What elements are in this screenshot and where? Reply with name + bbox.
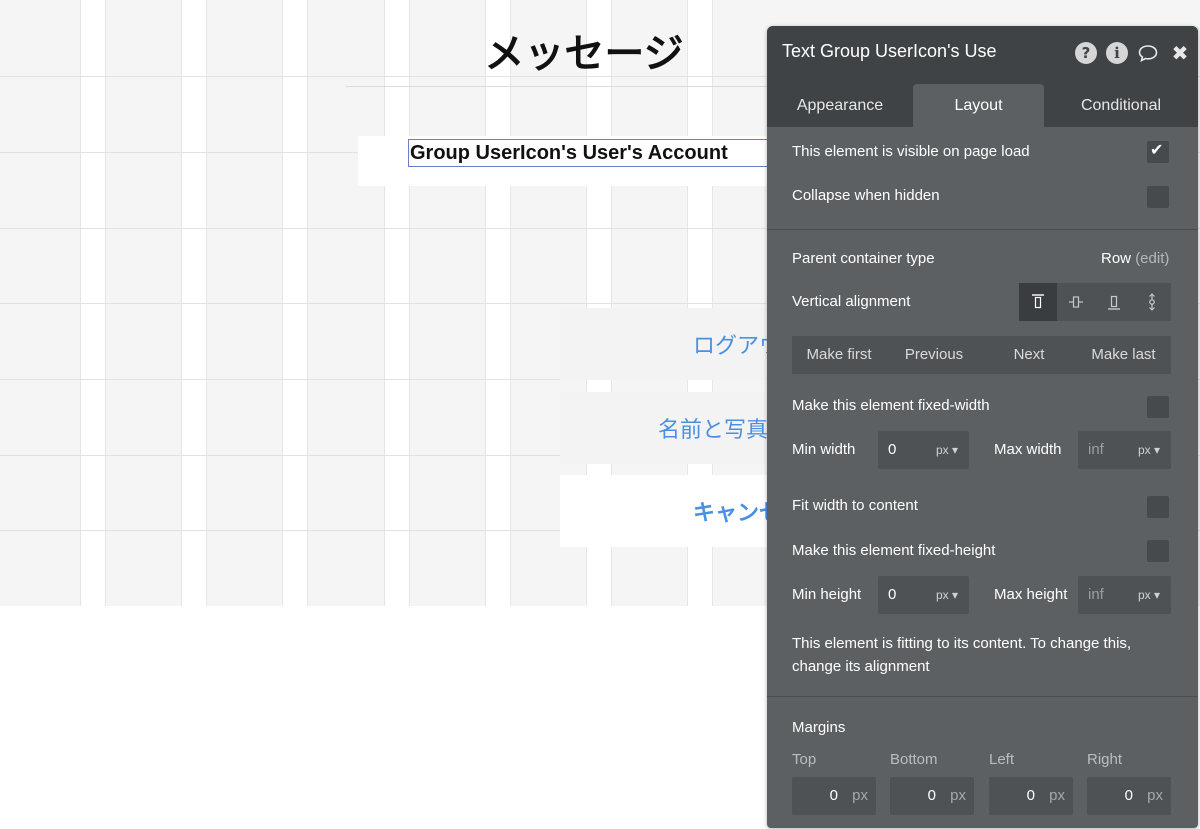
next-button[interactable]: Next (982, 336, 1076, 374)
max-height-placeholder: inf (1088, 586, 1104, 603)
margin-top-label: Top (792, 751, 817, 768)
max-width-label: Max width (994, 441, 1062, 458)
margin-left-unit: px (1049, 787, 1065, 804)
info-icon[interactable]: i (1106, 42, 1128, 64)
visible-on-load-checkbox[interactable]: ✔ (1147, 140, 1169, 163)
fit-width-label: Fit width to content (792, 497, 918, 514)
help-icon[interactable]: ? (1075, 42, 1097, 64)
max-width-placeholder: inf (1088, 441, 1104, 458)
parent-container-value: Row (edit) (1101, 250, 1169, 267)
panel-title: Text Group UserIcon's Use (782, 41, 997, 61)
margin-right-value: 0 (1124, 787, 1133, 804)
make-first-button[interactable]: Make first (792, 336, 886, 374)
previous-button[interactable]: Previous (886, 336, 982, 374)
parent-container-type: Row (1101, 250, 1132, 267)
fit-content-info: This element is fitting to its content. … (792, 635, 1132, 675)
margin-bottom-value: 0 (927, 787, 936, 804)
parent-container-edit-link[interactable]: (edit) (1135, 250, 1169, 267)
margins-label: Margins (792, 719, 846, 736)
fixed-height-label: Make this element fixed-height (792, 542, 996, 559)
max-height-unit-select[interactable]: px ▾ (1138, 588, 1160, 602)
visible-on-load-label: This element is visible on page load (792, 143, 1030, 160)
margin-left-input[interactable]: 0 px (989, 777, 1073, 815)
page-title[interactable]: メッセージ (346, 26, 822, 86)
min-width-unit-select[interactable]: px ▾ (936, 443, 958, 457)
fixed-height-checkbox[interactable] (1147, 540, 1169, 562)
title-divider (346, 86, 776, 87)
max-width-unit-select[interactable]: px ▾ (1138, 443, 1160, 457)
fixed-width-label: Make this element fixed-width (792, 397, 990, 414)
margin-top-unit: px (852, 787, 868, 804)
max-height-label: Max height (994, 586, 1068, 603)
panel-tabs: Appearance Layout Conditional (767, 84, 1198, 127)
collapse-hidden-checkbox[interactable] (1147, 186, 1169, 208)
min-width-unit: px (936, 443, 949, 457)
comment-icon[interactable] (1137, 42, 1159, 64)
align-stretch-icon[interactable] (1133, 283, 1171, 321)
min-height-label: Min height (792, 586, 862, 603)
tab-appearance[interactable]: Appearance (767, 84, 913, 127)
max-width-input[interactable]: inf px ▾ (1078, 431, 1171, 469)
editor-stage: メッセージ Group UserIcon's User's Account ログ… (0, 0, 1200, 829)
min-width-value: 0 (888, 441, 897, 458)
close-icon[interactable]: ✖ (1169, 42, 1191, 64)
margin-top-input[interactable]: 0 px (792, 777, 876, 815)
tab-layout[interactable]: Layout (913, 84, 1044, 127)
tab-conditional[interactable]: Conditional (1044, 84, 1198, 127)
checkmark-icon: ✔ (1150, 140, 1164, 159)
margin-right-unit: px (1147, 787, 1163, 804)
align-center-icon[interactable] (1057, 283, 1095, 321)
selected-text-element[interactable]: Group UserIcon's User's Account (408, 139, 778, 167)
element-order-bar: Make first Previous Next Make last (792, 336, 1171, 374)
fixed-width-checkbox[interactable] (1147, 396, 1169, 418)
margin-bottom-input[interactable]: 0 px (890, 777, 974, 815)
fit-width-checkbox[interactable] (1147, 496, 1169, 518)
max-height-unit: px (1138, 588, 1151, 602)
name-photo-label[interactable]: 名前と写真 (658, 412, 768, 444)
margin-bottom-label: Bottom (890, 751, 938, 768)
margin-left-label: Left (989, 751, 1015, 768)
section-divider (767, 696, 1198, 697)
min-height-input[interactable]: 0 px ▾ (878, 576, 969, 614)
min-width-label: Min width (792, 441, 856, 458)
margin-top-value: 0 (829, 787, 838, 804)
panel-header[interactable]: Text Group UserIcon's Use ? i ✖ (767, 26, 1198, 84)
make-last-button[interactable]: Make last (1076, 336, 1171, 374)
max-width-unit: px (1138, 443, 1151, 457)
collapse-hidden-label: Collapse when hidden (792, 187, 940, 204)
vertical-alignment-control (1019, 283, 1171, 321)
align-top-icon[interactable] (1019, 283, 1057, 321)
align-bottom-icon[interactable] (1095, 283, 1133, 321)
property-editor-panel: Text Group UserIcon's Use ? i ✖ Appearan… (767, 26, 1198, 828)
min-height-unit: px (936, 588, 949, 602)
min-height-unit-select[interactable]: px ▾ (936, 588, 958, 602)
vertical-alignment-label: Vertical alignment (792, 293, 911, 310)
max-height-input[interactable]: inf px ▾ (1078, 576, 1171, 614)
min-width-input[interactable]: 0 px ▾ (878, 431, 969, 469)
margin-left-value: 0 (1026, 787, 1035, 804)
min-height-value: 0 (888, 586, 897, 603)
parent-container-label: Parent container type (792, 250, 935, 267)
section-divider (767, 229, 1198, 230)
margin-right-label: Right (1087, 751, 1123, 768)
margin-right-input[interactable]: 0 px (1087, 777, 1171, 815)
margin-bottom-unit: px (950, 787, 966, 804)
